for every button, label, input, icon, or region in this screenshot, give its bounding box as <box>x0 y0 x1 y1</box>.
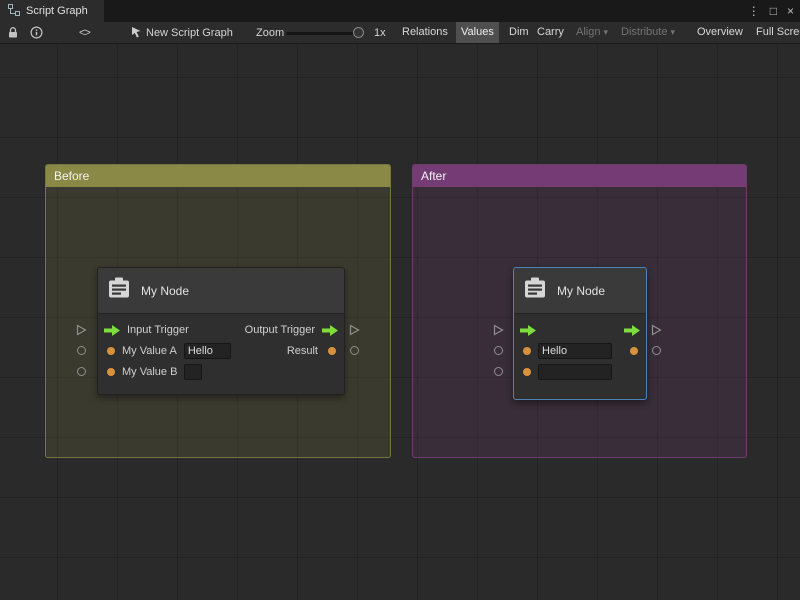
chevron-down-icon: ▾ <box>603 27 608 37</box>
tab-script-graph[interactable]: Script Graph <box>0 0 104 22</box>
zoom-slider[interactable] <box>286 32 362 35</box>
result-port-group[interactable] <box>627 342 638 360</box>
external-trigger-out-connector[interactable] <box>651 324 662 336</box>
unit-icon <box>106 275 132 306</box>
external-value-b-connector[interactable] <box>494 367 503 376</box>
distribute-label: Distribute <box>621 26 667 38</box>
values-button[interactable]: Values <box>456 22 499 43</box>
output-trigger-port-icon <box>624 325 640 336</box>
relations-button[interactable]: Relations <box>397 22 453 43</box>
node-title: My Node <box>141 284 189 298</box>
port-row-value-b <box>514 363 646 381</box>
graph-name-label[interactable]: New Script Graph <box>146 22 233 43</box>
tab-label: Script Graph <box>26 5 88 17</box>
input-trigger-port-icon[interactable] <box>104 325 120 336</box>
port-row-value-a: My Value A Result <box>98 342 344 360</box>
pointer-icon <box>131 22 142 43</box>
output-trigger-port[interactable]: Output Trigger <box>245 321 338 339</box>
external-value-a-connector[interactable] <box>77 346 86 355</box>
node-header[interactable]: My Node <box>514 268 646 314</box>
result-port[interactable] <box>630 347 638 355</box>
chevron-down-icon: ▾ <box>670 27 675 37</box>
my-value-b-input[interactable] <box>538 364 612 380</box>
my-value-b-input[interactable] <box>184 364 202 380</box>
my-value-a-port[interactable] <box>107 347 115 355</box>
info-icon[interactable] <box>30 22 43 43</box>
overview-button[interactable]: Overview <box>692 22 748 43</box>
lock-icon[interactable] <box>7 22 19 43</box>
output-trigger-port-icon <box>322 325 338 336</box>
my-value-a-port[interactable] <box>523 347 531 355</box>
external-trigger-in-connector[interactable] <box>493 324 504 336</box>
external-result-connector[interactable] <box>350 346 359 355</box>
window-controls: ⋮ □ × <box>748 0 794 22</box>
tab-bar: Script Graph ⋮ □ × <box>0 0 800 22</box>
input-trigger-label: Input Trigger <box>127 324 189 336</box>
my-value-a-input[interactable] <box>184 343 231 359</box>
graph-canvas[interactable]: Before After My Nod <box>0 44 800 600</box>
group-after-header[interactable]: After <box>413 165 746 187</box>
port-row-trigger: Input Trigger Output Trigger <box>98 321 344 339</box>
my-value-b-label: My Value B <box>122 366 177 378</box>
code-view-icon[interactable]: <> <box>79 22 90 43</box>
zoom-label: Zoom <box>256 22 284 43</box>
group-after-label: After <box>421 169 446 183</box>
menu-icon[interactable]: ⋮ <box>748 4 760 18</box>
zoom-slider-knob[interactable] <box>353 27 364 38</box>
align-dropdown[interactable]: Align▾ <box>571 22 613 43</box>
carry-button[interactable]: Carry <box>532 22 569 43</box>
external-trigger-out-connector[interactable] <box>349 324 360 336</box>
my-value-b-port[interactable] <box>107 368 115 376</box>
node-my-node-before[interactable]: My Node Input Trigger Output Trigger My … <box>97 267 345 395</box>
external-trigger-in-connector[interactable] <box>76 324 87 336</box>
port-row-value-b: My Value B <box>98 363 344 381</box>
maximize-icon[interactable]: □ <box>770 4 777 18</box>
close-icon[interactable]: × <box>787 4 794 18</box>
group-before-label: Before <box>54 169 89 183</box>
output-trigger-label: Output Trigger <box>245 324 315 336</box>
port-row-trigger <box>514 321 646 339</box>
external-value-a-connector[interactable] <box>494 346 503 355</box>
result-port[interactable] <box>328 347 336 355</box>
unit-icon <box>522 275 548 306</box>
fullscreen-button[interactable]: Full Screen <box>751 22 800 43</box>
align-label: Align <box>576 26 600 38</box>
external-value-b-connector[interactable] <box>77 367 86 376</box>
my-value-b-port[interactable] <box>523 368 531 376</box>
node-my-node-after[interactable]: My Node <box>513 267 647 400</box>
result-label: Result <box>287 345 318 357</box>
result-port-group[interactable]: Result <box>287 342 336 360</box>
distribute-dropdown[interactable]: Distribute▾ <box>616 22 680 43</box>
group-before-header[interactable]: Before <box>46 165 390 187</box>
node-header[interactable]: My Node <box>98 268 344 314</box>
my-value-a-input[interactable] <box>538 343 612 359</box>
node-title: My Node <box>557 284 605 298</box>
output-trigger-port[interactable] <box>624 321 640 339</box>
zoom-value: 1x <box>374 22 386 43</box>
my-value-a-label: My Value A <box>122 345 177 357</box>
port-row-value-a <box>514 342 646 360</box>
external-result-connector[interactable] <box>652 346 661 355</box>
input-trigger-port-icon[interactable] <box>520 325 536 336</box>
toolbar: <> New Script Graph Zoom 1x Relations Va… <box>0 22 800 44</box>
dim-button[interactable]: Dim <box>504 22 534 43</box>
graph-tab-icon <box>8 4 20 19</box>
